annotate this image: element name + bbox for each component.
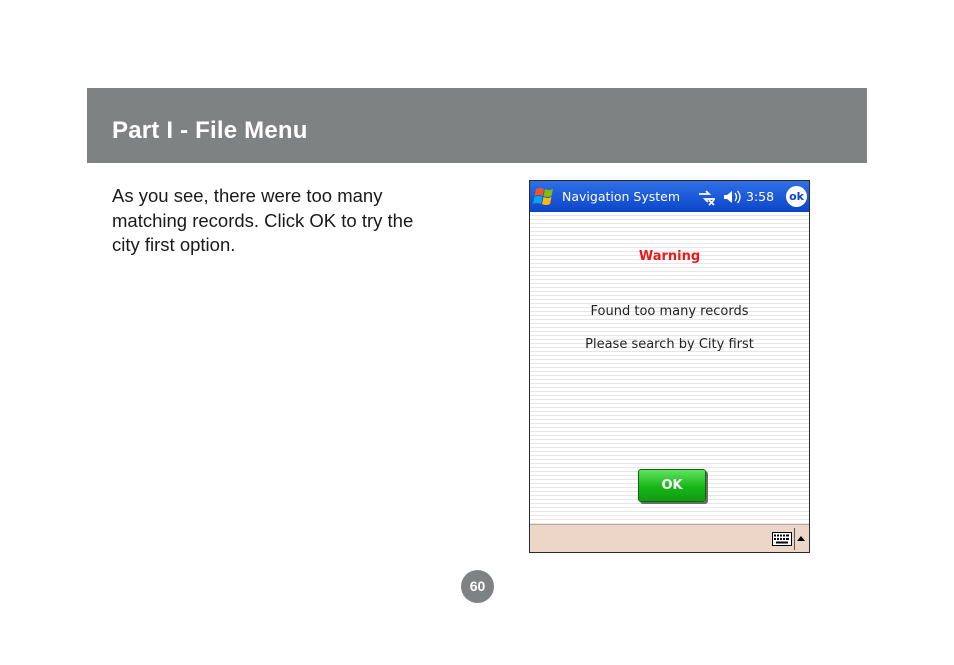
windows-flag-icon[interactable] (533, 185, 557, 207)
connectivity-icon[interactable] (697, 188, 717, 206)
device-titlebar: Navigation System 3:58 ok (530, 181, 809, 212)
message-line: Found too many records (590, 304, 749, 319)
triangle-up-icon[interactable] (796, 534, 806, 542)
ok-button[interactable]: OK (638, 469, 706, 502)
section-header: Part I - File Menu (87, 88, 867, 163)
app-title: Navigation System (562, 189, 681, 204)
message-line: Please search by City first (585, 337, 754, 352)
manual-page: Part I - File Menu As you see, there wer… (0, 0, 954, 665)
pocket-pc-screen: Navigation System 3:58 ok Warning Found … (529, 180, 810, 553)
section-title: Part I - File Menu (112, 117, 308, 144)
dialog-content: Warning Found too many records Please se… (530, 212, 809, 524)
menubar-divider (794, 528, 795, 550)
warning-heading: Warning (638, 249, 701, 264)
clock-time[interactable]: 3:58 (746, 189, 774, 204)
instruction-line: matching records. Click OK to try the (112, 209, 414, 231)
speaker-icon[interactable] (722, 188, 742, 206)
device-menubar (530, 524, 809, 552)
page-number-badge: 60 (461, 570, 494, 603)
keyboard-icon[interactable] (772, 532, 792, 546)
instruction-line: city first option. (112, 234, 236, 255)
instruction-line: As you see, there were too many (112, 185, 383, 206)
instruction-text: As you see, there were too many matching… (112, 184, 472, 258)
titlebar-ok-button[interactable]: ok (786, 186, 807, 207)
